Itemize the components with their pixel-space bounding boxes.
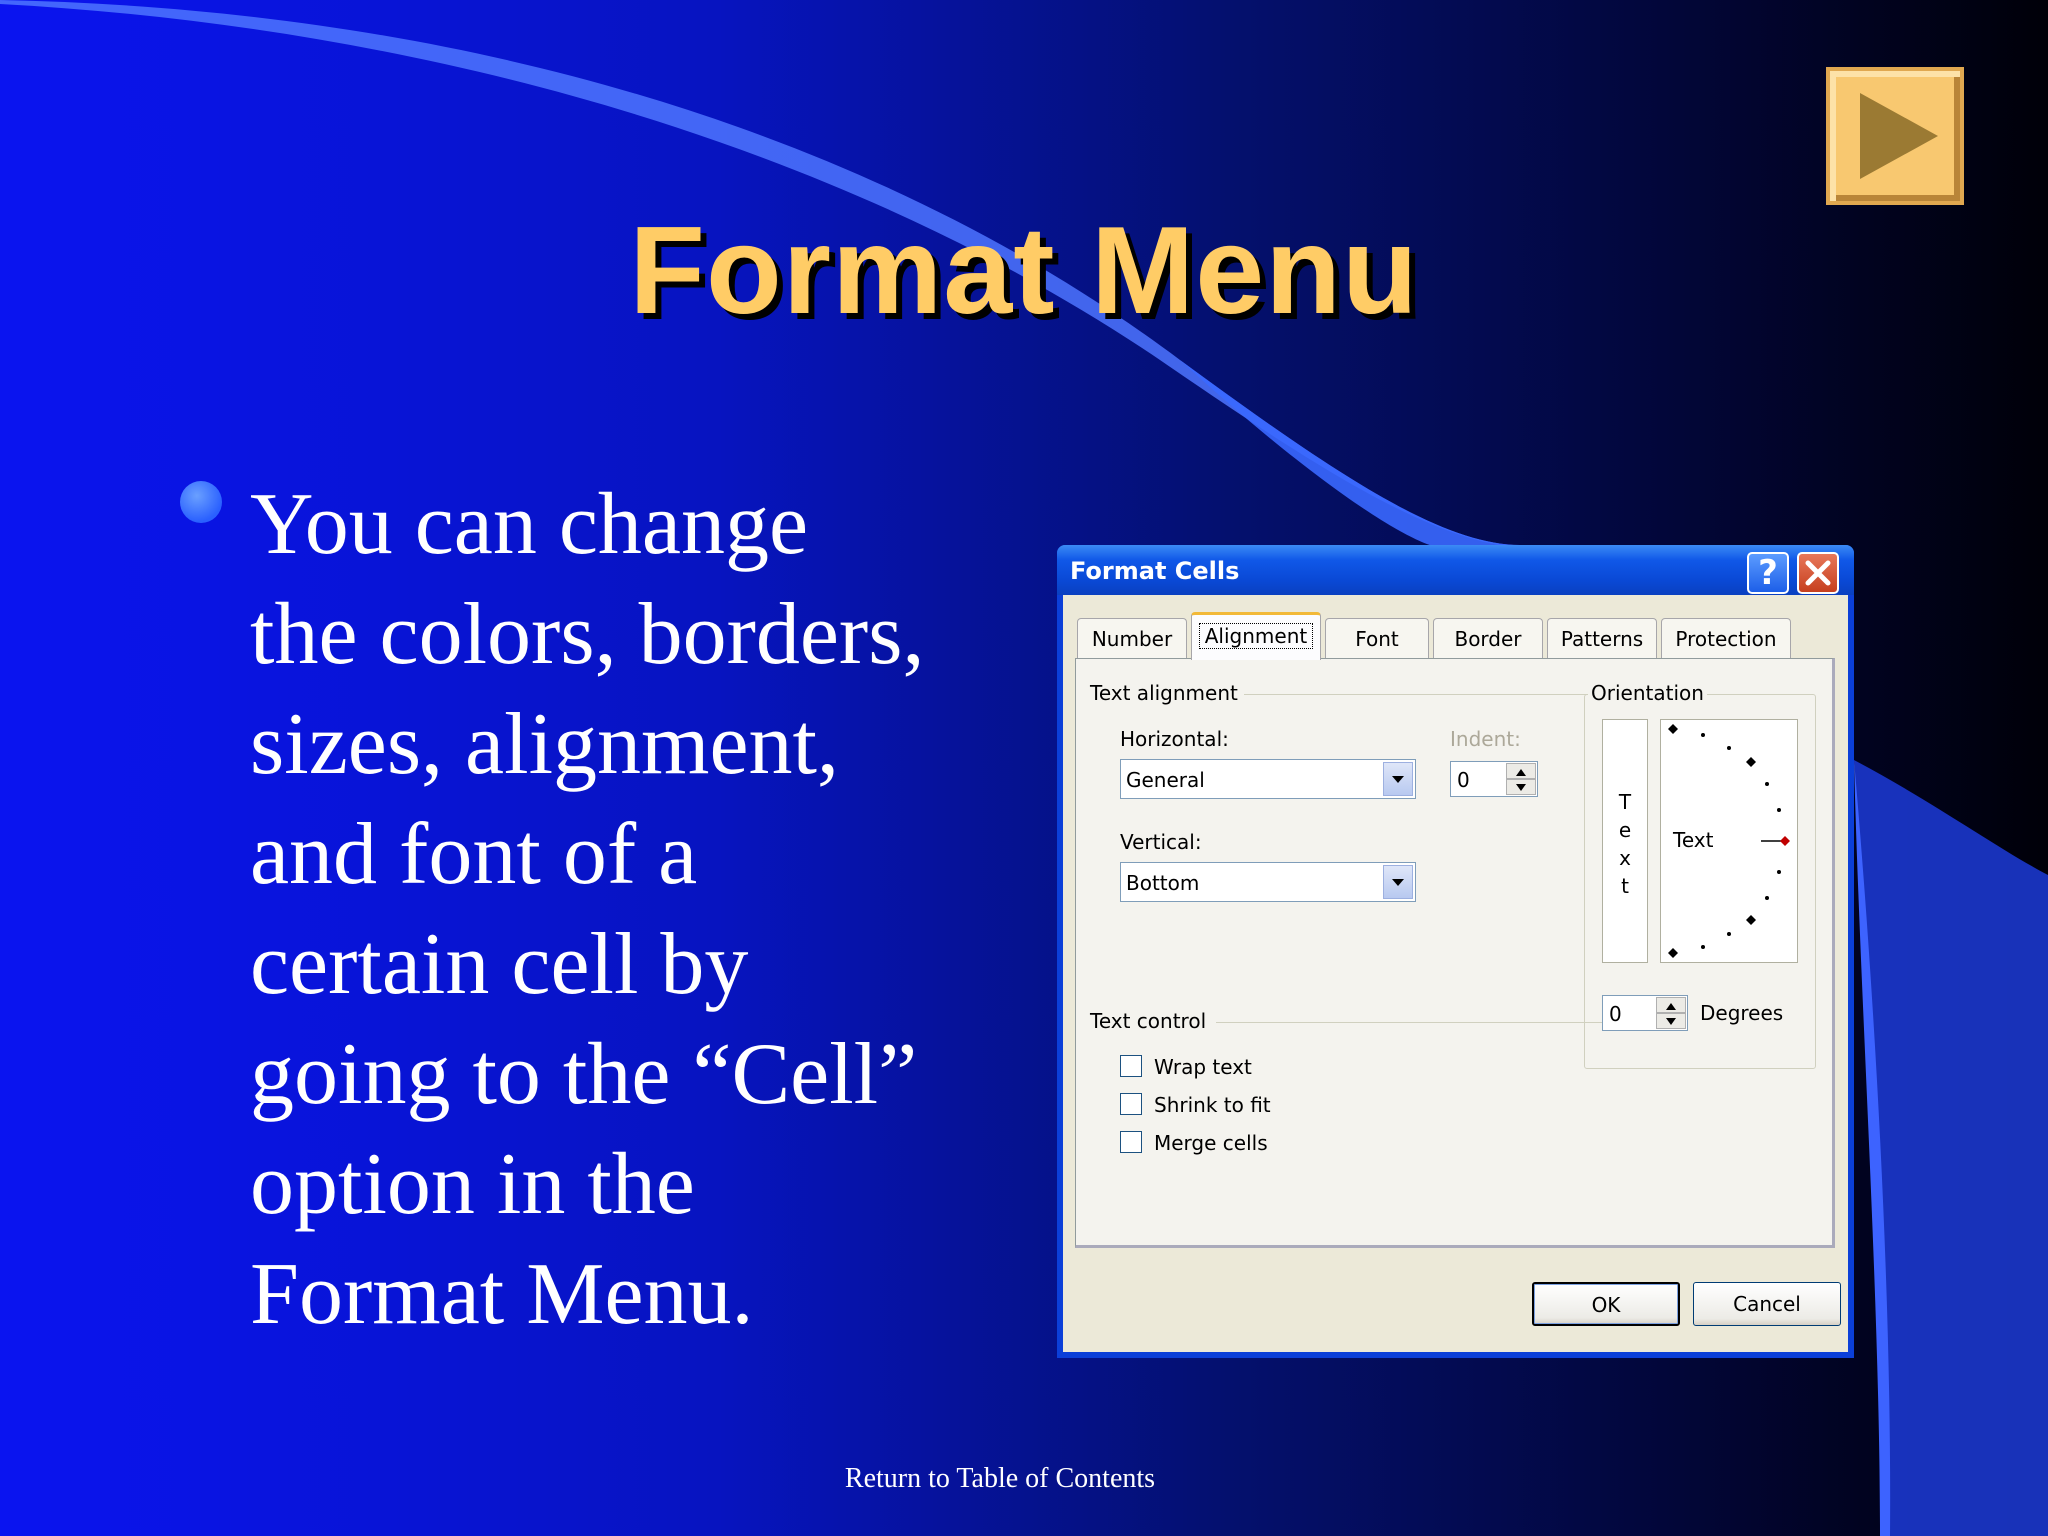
bullet-line: Format Menu. [250, 1246, 754, 1343]
tab-number[interactable]: Number [1077, 618, 1187, 658]
dialog-titlebar: Format Cells ? [1057, 545, 1854, 595]
return-to-contents-link[interactable]: Return to Table of Contents [0, 1463, 2000, 1495]
vertical-text-letter: T [1618, 790, 1632, 814]
orientation-dial[interactable]: Text [1660, 719, 1798, 963]
orientation-group-label: Orientation [1588, 681, 1707, 705]
degrees-up-button[interactable] [1656, 997, 1686, 1013]
text-control-group-label: Text control [1090, 1009, 1207, 1033]
alignment-panel: Text alignment Horizontal: General Inden… [1075, 658, 1835, 1248]
shrink-to-fit-checkbox[interactable] [1120, 1093, 1142, 1115]
degrees-spin-buttons [1656, 997, 1686, 1029]
bullet-line: the colors, borders, [250, 586, 925, 683]
bullet-line: sizes, alignment, [250, 696, 839, 793]
vertical-select[interactable]: Bottom [1120, 862, 1416, 902]
degrees-value: 0 [1609, 1002, 1622, 1026]
bullet-line: You can change [250, 476, 809, 573]
merge-cells-checkbox[interactable] [1120, 1131, 1142, 1153]
indent-spin-buttons [1506, 763, 1536, 795]
help-icon: ? [1758, 553, 1778, 593]
horizontal-label: Horizontal: [1120, 727, 1229, 751]
vertical-select-value: Bottom [1126, 871, 1200, 895]
close-button[interactable] [1797, 552, 1839, 594]
chevron-down-icon [1392, 879, 1404, 886]
tab-protection[interactable]: Protection [1661, 618, 1791, 658]
bullet-line: option in the [250, 1136, 695, 1233]
vertical-text-letter: x [1619, 846, 1631, 870]
play-arrow-icon [1860, 93, 1938, 179]
vertical-text-letter: t [1621, 874, 1629, 898]
tab-alignment-label: Alignment [1198, 623, 1314, 649]
tab-font[interactable]: Font [1325, 618, 1429, 658]
format-cells-dialog: Format Cells ? Number Alignment Font Bor… [1057, 545, 1854, 1358]
chevron-down-icon [1392, 776, 1404, 783]
triangle-up-icon [1666, 1003, 1676, 1010]
bullet-line: and font of a [250, 806, 698, 903]
vertical-text-option[interactable]: T e x t [1602, 719, 1648, 963]
tab-patterns[interactable]: Patterns [1547, 618, 1657, 658]
bullet-icon [180, 481, 222, 523]
triangle-down-icon [1666, 1018, 1676, 1025]
close-icon [1805, 560, 1831, 586]
triangle-up-icon [1516, 769, 1526, 776]
bullet-line: certain cell by [250, 916, 749, 1013]
degrees-down-button[interactable] [1656, 1013, 1686, 1029]
help-button[interactable]: ? [1747, 552, 1789, 594]
cancel-button[interactable]: Cancel [1693, 1282, 1841, 1326]
bullet-text: You can change the colors, borders, size… [250, 470, 1010, 1350]
tab-border[interactable]: Border [1433, 618, 1543, 658]
triangle-down-icon [1516, 784, 1526, 791]
horizontal-dropdown-button[interactable] [1383, 762, 1413, 796]
ok-button[interactable]: OK [1532, 1282, 1680, 1326]
horizontal-select-value: General [1126, 768, 1205, 792]
bullet-line: going to the “Cell” [250, 1026, 918, 1123]
merge-cells-label[interactable]: Merge cells [1154, 1131, 1268, 1155]
vertical-dropdown-button[interactable] [1383, 865, 1413, 899]
shrink-to-fit-label[interactable]: Shrink to fit [1154, 1093, 1271, 1117]
indent-spinner[interactable]: 0 [1450, 761, 1538, 797]
indent-label: Indent: [1450, 727, 1521, 751]
tab-alignment[interactable]: Alignment [1191, 612, 1321, 660]
next-slide-button[interactable] [1826, 67, 1964, 205]
dialog-body: Number Alignment Font Border Patterns Pr… [1063, 595, 1848, 1352]
indent-up-button[interactable] [1506, 763, 1536, 779]
degrees-spinner[interactable]: 0 [1602, 995, 1688, 1031]
text-alignment-group-label: Text alignment [1090, 681, 1238, 705]
horizontal-select[interactable]: General [1120, 759, 1416, 799]
dialog-title: Format Cells [1070, 557, 1240, 585]
vertical-text-letter: e [1618, 818, 1632, 842]
indent-value: 0 [1457, 768, 1470, 792]
slide-title: Format Menu [629, 202, 1419, 340]
vertical-label: Vertical: [1120, 830, 1202, 854]
degrees-label: Degrees [1700, 1001, 1784, 1025]
wrap-text-checkbox[interactable] [1120, 1055, 1142, 1077]
indent-down-button[interactable] [1506, 779, 1536, 795]
wrap-text-label[interactable]: Wrap text [1154, 1055, 1252, 1079]
slide: Format Menu You can change the colors, b… [0, 0, 2048, 1536]
orientation-dial-text: Text [1673, 828, 1714, 852]
